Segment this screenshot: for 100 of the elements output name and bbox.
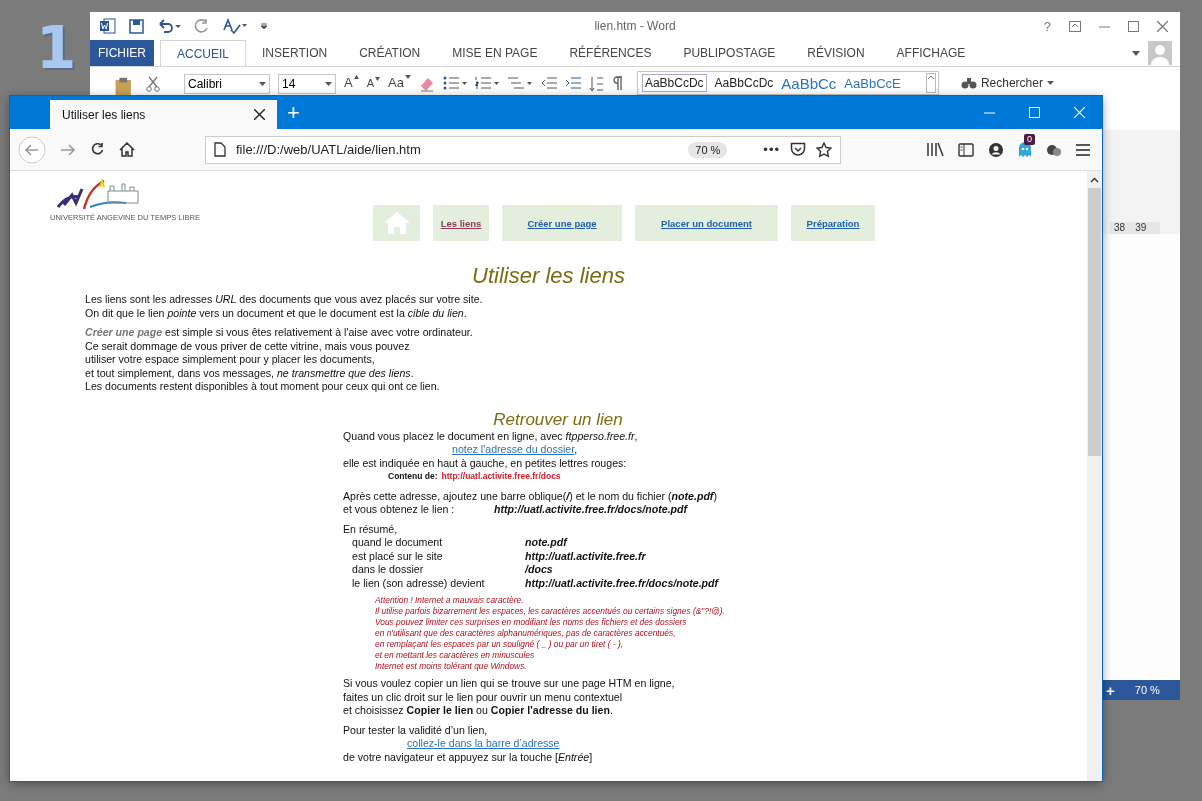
sort-icon[interactable] bbox=[588, 76, 605, 92]
url-text: http://uatl.activite.free.fr/docs/note.pdf bbox=[494, 503, 688, 517]
summary-value: note.pdf bbox=[525, 536, 567, 550]
text-line: Pour tester la validité d’un lien, bbox=[343, 723, 489, 737]
summary-label: le lien (son adresse) devient bbox=[352, 576, 486, 590]
scissors-icon[interactable] bbox=[146, 76, 160, 92]
ribbon-tab[interactable]: FICHIER bbox=[90, 40, 154, 66]
notification-badge: 0 bbox=[1024, 133, 1035, 145]
ribbon-tab[interactable]: RÉFÉRENCES bbox=[553, 40, 668, 66]
summary-label: dans le dossier bbox=[352, 563, 425, 577]
save-icon[interactable] bbox=[129, 18, 144, 34]
style-preset[interactable]: AaBbCcDc bbox=[714, 76, 774, 90]
summary-value: http://uatl.activite.free.fr/docs/note.pdf bbox=[525, 576, 719, 590]
text-line: En résumé, bbox=[343, 522, 399, 536]
close-icon[interactable] bbox=[1157, 20, 1168, 32]
menu-icon[interactable] bbox=[1076, 143, 1090, 156]
caret-icon bbox=[404, 75, 411, 79]
help-button[interactable]: ? bbox=[1043, 18, 1051, 34]
account-icon[interactable] bbox=[988, 141, 1004, 158]
home-icon[interactable] bbox=[119, 142, 135, 157]
numbered-list-icon[interactable] bbox=[474, 76, 499, 90]
reload-icon[interactable] bbox=[90, 142, 105, 157]
new-tab-button[interactable]: + bbox=[287, 101, 300, 124]
ribbon-display-icon[interactable] bbox=[1069, 20, 1081, 32]
style-preset[interactable]: AaBbCc bbox=[781, 74, 837, 92]
paragraph: Les liens sont les adresses URL des documents que vous avez placés sur votre site. On dit que le lien pointe vers un document et que le document est la cible du lien. bbox=[85, 293, 484, 320]
text-line: elle est indiquée en haut à gauche, en petites lettres rouges: bbox=[343, 456, 628, 470]
paragraph: Créer une page est simple si vous êtes relativement à l'aise avec votre ordinateur. Ce serait dommage de vous priver de cette vitrine, mais vous pouvez utiliser votre espace simplement pour y placer les documents, et tout simplement, dans vos messages, ne transmettre que des liens. Les documents restent disponibles à tout moment pour ceux qui ont ce lien. bbox=[85, 326, 474, 394]
style-preset[interactable]: AaBbCcDc bbox=[641, 74, 707, 92]
nav-link[interactable]: Les liens bbox=[433, 205, 489, 241]
summary-label: quand le document bbox=[352, 536, 444, 550]
style-preset[interactable]: AaBbCcE bbox=[844, 75, 901, 91]
link[interactable]: collez-le dans la barre d’adresse bbox=[407, 737, 560, 749]
browser-tab[interactable]: Utiliser les liens bbox=[50, 100, 277, 129]
link[interactable]: notez l'adresse du dossier bbox=[452, 443, 575, 455]
sidebar-icon[interactable] bbox=[958, 142, 974, 157]
window-title: lien.htm - Word bbox=[593, 19, 677, 33]
ribbon-tab[interactable]: RÉVISION bbox=[791, 40, 881, 66]
text-line: Après cette adresse, ajoutez une barre oblique(/) et le nom du fichier (note.pdf) bbox=[343, 489, 718, 503]
text-line: de votre navigateur et appuyez sur la touche [Entrée] bbox=[343, 750, 594, 764]
page-actions-button[interactable]: ••• bbox=[763, 142, 780, 157]
gallery-scrollbar-icon[interactable] bbox=[925, 73, 936, 93]
paragraph: Si vous voulez copier un lien qui se trouve sur une page HTM en ligne, faites un clic droit sur le lien pour ouvrir un menu contextuel et choisissez Copier le lien ou Copier l'adresse du lien. bbox=[343, 677, 676, 718]
shrink-font-button[interactable]: A bbox=[366, 77, 380, 89]
caret-icon bbox=[259, 82, 266, 86]
font-name-field[interactable]: Calibri bbox=[184, 74, 270, 94]
maximize-icon[interactable] bbox=[1128, 20, 1139, 32]
punctuation: , bbox=[574, 443, 578, 455]
change-case-button[interactable]: Aa bbox=[388, 75, 411, 90]
ribbon-tab[interactable]: CRÉATION bbox=[343, 40, 437, 66]
ribbon-tab[interactable]: PUBLIPOSTAGE bbox=[667, 40, 792, 66]
grow-font-button[interactable]: A bbox=[344, 75, 359, 90]
ribbon-tab[interactable]: INSERTION bbox=[246, 40, 344, 66]
page-icon bbox=[214, 142, 226, 157]
increase-indent-icon[interactable] bbox=[564, 76, 581, 90]
spellcheck-icon[interactable] bbox=[223, 18, 247, 34]
caret-icon bbox=[325, 82, 332, 86]
scrollbar[interactable] bbox=[1087, 171, 1102, 781]
nav-link[interactable]: Préparation bbox=[791, 205, 875, 241]
summary-label: est placé sur le site bbox=[352, 549, 444, 563]
ribbon-tab[interactable]: MISE EN PAGE bbox=[436, 40, 554, 66]
library-icon[interactable] bbox=[927, 142, 944, 157]
customize-icon[interactable] bbox=[260, 22, 268, 30]
summary-value: /docs bbox=[525, 563, 553, 577]
house-icon bbox=[382, 211, 411, 235]
binoculars-icon bbox=[960, 77, 977, 89]
search-button[interactable]: Rechercher bbox=[960, 76, 1054, 90]
ribbon-tab[interactable]: AFFICHAGE bbox=[880, 40, 982, 66]
nav-link[interactable]: Créer une page bbox=[502, 205, 622, 241]
word-logo-icon[interactable] bbox=[100, 18, 116, 34]
decrease-indent-icon[interactable] bbox=[540, 76, 557, 90]
warning-note: Attention ! Internet a mauvais caractère. Il utilise parfois bizarrement les espaces, les caractères accentués ou certains signes (&"?!@). Vous pouvez limiter ces surprises en modifiant les noms des fichiers et des dossiers en n'utilisant que des caractères alphanumériques, pas de caractères accentués, en remplaçant les espaces par un souligné ( _ ) ou par un tiret ( - ), et en mettant les caractères en minuscules Internet est moins tolérant que Windows. bbox=[375, 595, 726, 672]
extension-icon[interactable] bbox=[1046, 142, 1062, 157]
forward-icon[interactable] bbox=[60, 142, 76, 157]
zoom-level[interactable]: 70 % bbox=[1134, 684, 1160, 696]
scroll-up-icon[interactable] bbox=[1090, 177, 1099, 183]
ruler-number: 38 bbox=[1114, 222, 1126, 234]
label: Contenu de: bbox=[388, 470, 438, 483]
caret-icon[interactable] bbox=[1132, 50, 1140, 56]
pocket-icon[interactable] bbox=[790, 142, 806, 157]
address-bar[interactable]: file:///D:/web/UATL/aide/lien.htm 70 % ••• bbox=[205, 135, 841, 164]
url-text: http://uatl.activite.free.fr/docs bbox=[441, 470, 561, 483]
star-icon[interactable] bbox=[816, 141, 832, 158]
ruler-number: 39 bbox=[1135, 222, 1147, 234]
close-tab-icon[interactable] bbox=[254, 109, 265, 120]
multilevel-list-icon[interactable] bbox=[506, 76, 533, 90]
zoom-in-button[interactable]: + bbox=[1106, 681, 1115, 699]
font-size-field[interactable]: 14 bbox=[278, 74, 336, 94]
pilcrow-icon[interactable] bbox=[612, 76, 623, 90]
caret-icon bbox=[375, 77, 380, 81]
nav-link[interactable]: Placer un document bbox=[635, 205, 778, 241]
zoom-reset-button[interactable]: 70 % bbox=[688, 141, 728, 158]
text-line: et vous obtenez le lien : bbox=[343, 503, 456, 517]
undo-icon[interactable] bbox=[157, 19, 181, 33]
text-line: Quand vous placez le document en ligne, avec ftpperso.free.fr, bbox=[343, 429, 639, 443]
caret-icon bbox=[1046, 81, 1054, 85]
page-title: Utiliser les liens bbox=[471, 263, 626, 289]
redo-icon[interactable] bbox=[194, 18, 210, 34]
bullet-list-icon[interactable] bbox=[442, 76, 467, 90]
scrollbar-thumb[interactable] bbox=[1088, 188, 1101, 456]
